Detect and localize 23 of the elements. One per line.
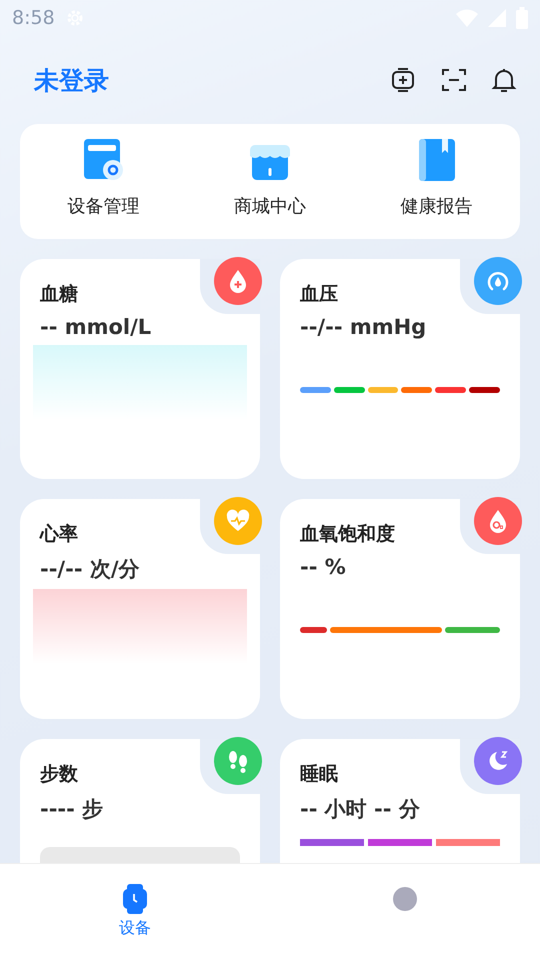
card-title: 血氧饱和度 (300, 522, 395, 547)
shortcut-item[interactable]: 健康报告 (353, 124, 520, 239)
card-title: 血糖 (40, 282, 78, 307)
card-reading: --/-- mmHg (300, 315, 426, 339)
card-reading: ---- 步 (40, 796, 104, 823)
health-card[interactable]: 睡眠 -- 小时 -- 分 (280, 739, 520, 863)
health-card[interactable]: 心率 --/-- 次/分 (20, 499, 260, 719)
card-title: 血压 (300, 282, 338, 307)
health-card[interactable]: 步数 ---- 步 (20, 739, 260, 863)
shortcut-item[interactable]: 设备管理 (20, 124, 187, 239)
health-card[interactable]: 血糖 -- mmol/L (20, 259, 260, 479)
card-reading: -- % (300, 555, 346, 579)
card-title: 心率 (40, 522, 78, 547)
card-reading: -- 小时 -- 分 (300, 796, 420, 823)
health-card[interactable]: 血压 --/-- mmHg (280, 259, 520, 479)
card-title: 步数 (40, 762, 78, 787)
shortcut-item[interactable]: 商城中心 (186, 124, 354, 239)
health-card[interactable]: 血氧饱和度 -- % (280, 499, 520, 719)
status-time: 8:58 (12, 7, 55, 29)
card-reading: -- mmol/L (40, 315, 152, 339)
card-reading: --/-- 次/分 (40, 556, 140, 583)
login-status-title[interactable]: 未登录 (34, 64, 368, 96)
card-title: 睡眠 (300, 762, 338, 787)
